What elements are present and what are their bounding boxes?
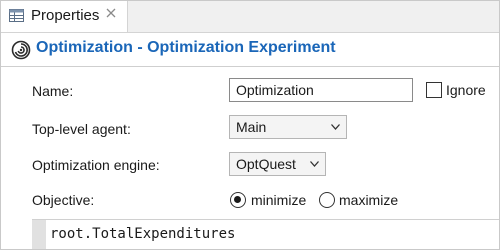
top-level-agent-select[interactable]: Main xyxy=(229,115,347,139)
top-level-agent-label: Top-level agent: xyxy=(32,121,131,137)
tab-label: Properties xyxy=(31,7,100,24)
page-title: Optimization - Optimization Experiment xyxy=(36,39,336,56)
chevron-down-icon xyxy=(331,124,340,130)
optimization-engine-select[interactable]: OptQuest xyxy=(229,152,326,176)
properties-table-icon xyxy=(9,9,24,22)
optimization-engine-label: Optimization engine: xyxy=(32,157,160,173)
tab-bar: Properties xyxy=(1,1,499,33)
optimization-engine-value: OptQuest xyxy=(236,156,296,172)
objective-expression: root.TotalExpenditures xyxy=(50,226,236,242)
properties-header: Optimization - Optimization Experiment xyxy=(1,32,499,67)
top-level-agent-value: Main xyxy=(236,119,267,135)
ignore-label: Ignore xyxy=(446,82,486,98)
maximize-radio[interactable] xyxy=(319,192,335,208)
close-icon[interactable] xyxy=(105,7,117,19)
ignore-checkbox[interactable] xyxy=(426,82,442,98)
minimize-label: minimize xyxy=(251,192,307,208)
maximize-label: maximize xyxy=(339,192,399,208)
optimization-experiment-icon xyxy=(11,40,31,60)
editor-gutter xyxy=(32,220,46,249)
objective-label: Objective: xyxy=(32,192,95,208)
tab-properties[interactable]: Properties xyxy=(1,1,128,32)
objective-expression-editor[interactable]: root.TotalExpenditures xyxy=(32,219,499,249)
minimize-radio[interactable] xyxy=(230,192,246,208)
properties-panel: Properties Optimization - Optimization E… xyxy=(0,0,500,250)
name-field[interactable]: Optimization xyxy=(229,78,413,102)
chevron-down-icon xyxy=(310,161,319,167)
radio-selected-dot xyxy=(234,196,241,203)
name-label: Name: xyxy=(32,83,74,99)
